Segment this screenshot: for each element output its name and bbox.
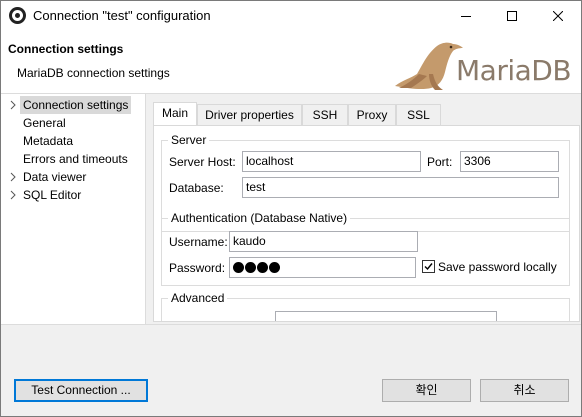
page-subtitle: MariaDB connection settings [17,66,170,80]
maximize-button[interactable] [489,1,535,31]
advanced-input[interactable] [275,311,497,321]
port-input[interactable]: 3306 [460,151,559,172]
tab-proxy[interactable]: Proxy [348,104,396,125]
tab-ssl[interactable]: SSL [396,104,441,125]
password-dot [233,262,244,273]
tab-bar: Main Driver properties SSH Proxy SSL [153,102,581,126]
tree-item-data-viewer[interactable]: Data viewer [1,168,89,186]
tree-item-sql-editor[interactable]: SQL Editor [1,186,84,204]
database-input[interactable]: test [242,177,559,198]
tree-item-label: Errors and timeouts [23,152,128,166]
tab-driver-properties[interactable]: Driver properties [197,104,302,125]
minimize-button[interactable] [443,1,489,31]
logo-text: MariaDB [456,54,572,87]
password-dot [245,262,256,273]
main-tab-content: Server Server Host: localhost Port: 3306… [153,125,580,322]
database-label: Database: [169,181,224,195]
title-bar[interactable]: Connection "test" configuration [1,1,581,31]
server-group-legend: Server [168,132,210,148]
footer-divider [1,324,581,325]
auth-group-legend: Authentication (Database Native) [168,210,351,226]
server-host-label: Server Host: [169,155,236,169]
mariadb-logo: MariaDB [389,34,581,92]
dialog-window: Connection "test" configuration Connecti… [0,0,582,417]
password-dot [257,262,268,273]
tab-ssh[interactable]: SSH [302,104,348,125]
tree-item-label: Connection settings [20,96,132,114]
password-label: Password: [169,261,226,275]
advanced-group-legend: Advanced [168,290,228,306]
tree-item-errors-timeouts[interactable]: Errors and timeouts [20,150,131,168]
cancel-button[interactable]: 취소 [480,379,569,402]
tree-item-connection-settings[interactable]: Connection settings [1,96,132,114]
password-input[interactable] [229,257,416,278]
username-label: Username: [169,235,228,249]
close-icon [553,11,563,21]
settings-tree: Connection settings General Metadata Err… [1,94,146,324]
tree-item-label: Metadata [23,134,74,148]
tab-main[interactable]: Main [153,102,197,126]
page-title: Connection settings [8,42,124,56]
chevron-right-icon[interactable] [8,190,18,200]
ok-button[interactable]: 확인 [382,379,471,402]
test-connection-button[interactable]: Test Connection ... [14,379,148,402]
dbeaver-app-icon [9,7,26,24]
chevron-right-icon[interactable] [8,100,18,110]
dialog-header: Connection settings MariaDB connection s… [1,31,581,94]
tree-item-label: General [23,116,66,130]
minimize-icon [461,16,471,17]
password-dot [269,262,280,273]
window-title: Connection "test" configuration [33,8,211,23]
save-password-checkbox[interactable] [422,260,435,273]
checkmark-icon [424,263,433,271]
settings-panel: Main Driver properties SSH Proxy SSL Ser… [147,94,581,324]
tree-item-metadata[interactable]: Metadata [20,132,76,150]
tree-item-label: Data viewer [23,170,87,184]
tree-item-label: SQL Editor [23,188,82,202]
server-host-input[interactable]: localhost [242,151,421,172]
save-password-label[interactable]: Save password locally [438,259,557,275]
port-label: Port: [427,155,453,169]
chevron-right-icon[interactable] [8,172,18,182]
username-input[interactable]: kaudo [229,231,418,252]
close-button[interactable] [535,1,581,31]
maximize-icon [507,11,517,21]
tree-item-general[interactable]: General [20,114,69,132]
